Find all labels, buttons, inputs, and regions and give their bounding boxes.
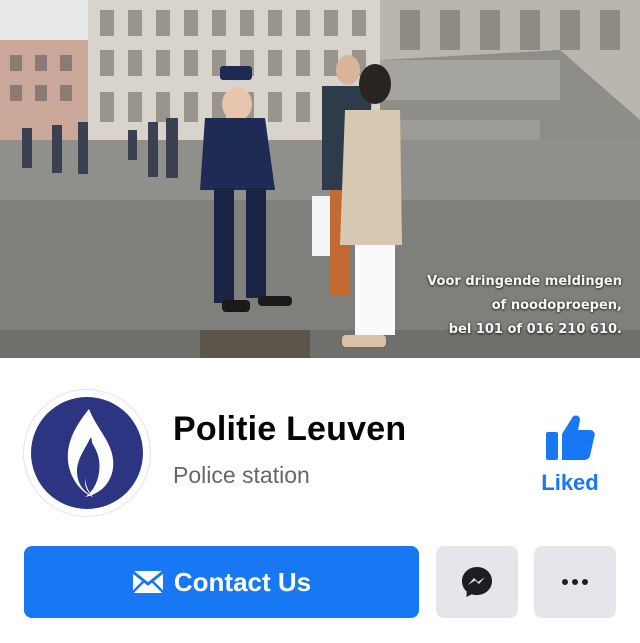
- cover-caption-line-1: Voor dringende meldingen: [427, 274, 622, 289]
- envelope-icon: [131, 570, 164, 593]
- liked-button[interactable]: Liked: [530, 412, 610, 496]
- page-title: Politie Leuven: [173, 410, 407, 448]
- cover-caption-line-2: of noodoproepen,: [491, 298, 622, 313]
- cover-caption-line-3: bel 101 of 016 210 610.: [448, 322, 622, 337]
- page-category: Police station: [173, 462, 310, 488]
- messenger-button[interactable]: [436, 546, 518, 618]
- police-flame-logo: [31, 397, 143, 509]
- more-button[interactable]: [534, 546, 616, 618]
- liked-label: Liked: [541, 470, 599, 495]
- cover-photo[interactable]: Voor dringende meldingen of noodoproepen…: [0, 0, 640, 358]
- contact-us-button[interactable]: Contact Us: [24, 546, 419, 618]
- cover-caption: Voor dringende meldingen of noodoproepen…: [427, 270, 622, 342]
- thumbs-up-icon: [546, 415, 595, 460]
- contact-us-label: Contact Us: [173, 566, 312, 597]
- page-avatar[interactable]: [24, 390, 150, 516]
- messenger-icon: [462, 567, 492, 597]
- more-dots-icon: [562, 579, 588, 585]
- flame-icon: [67, 409, 114, 497]
